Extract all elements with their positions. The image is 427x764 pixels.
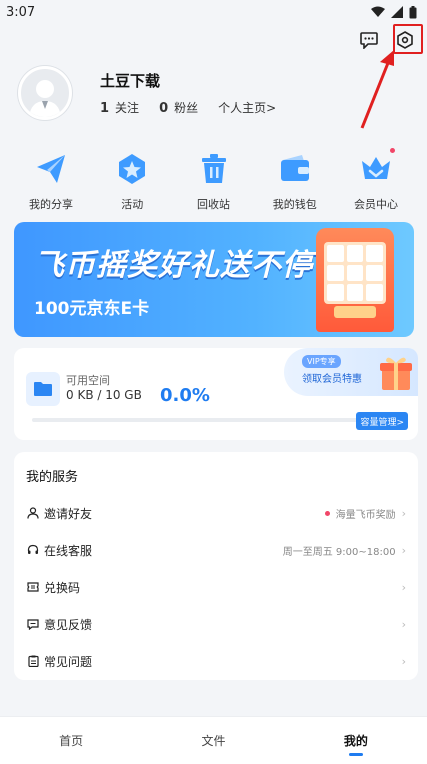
- storage-progress-bar: [32, 418, 362, 422]
- service-invite-friends[interactable]: 邀请好友 海量飞币奖励 ›: [14, 495, 418, 531]
- tab-home[interactable]: 首页: [0, 717, 142, 764]
- lottery-machine-image: [316, 228, 394, 332]
- tab-label: 我的: [343, 734, 368, 748]
- avatar[interactable]: [18, 66, 72, 120]
- quick-item-wallet[interactable]: 我的钱包: [260, 150, 330, 212]
- service-label: 常见问题: [44, 654, 93, 669]
- vip-promo-text: 领取会员特惠: [302, 374, 362, 385]
- tab-label: 文件: [201, 734, 226, 748]
- status-icons: [371, 5, 417, 19]
- capacity-manage-button[interactable]: 容量管理>: [356, 412, 408, 430]
- service-label: 兑换码: [44, 580, 81, 595]
- quick-item-my-share[interactable]: 我的分享: [16, 150, 86, 212]
- annotation-arrow: [360, 50, 394, 129]
- feedback-icon: [26, 617, 40, 631]
- following-label[interactable]: 关注: [115, 99, 139, 116]
- banner-title: 飞币摇奖好礼送不停: [34, 248, 313, 283]
- service-meta-text: 周一至周五 9:00~18:00: [282, 546, 396, 558]
- profile-header: 土豆下载 1 关注 0 粉丝 个人主页>: [18, 66, 276, 120]
- message-icon: [360, 31, 378, 49]
- promo-banner[interactable]: 飞币摇奖好礼送不停 100元京东E卡: [14, 222, 414, 337]
- follow-stats: 1 关注 0 粉丝 个人主页>: [100, 99, 276, 116]
- active-tab-indicator: [348, 753, 363, 756]
- clipboard-icon: [26, 654, 40, 668]
- signal-icon: [391, 6, 403, 18]
- ticket-icon: [26, 580, 40, 594]
- service-faq[interactable]: 常见问题 ›: [14, 643, 418, 679]
- service-meta: 周一至周五 9:00~18:00: [283, 543, 396, 558]
- battery-icon: [409, 5, 417, 18]
- quick-item-recycle-bin[interactable]: 回收站: [179, 150, 249, 212]
- quick-label: 我的钱包: [272, 198, 317, 211]
- storage-percent: 0.0%: [160, 385, 210, 406]
- quick-label: 会员中心: [354, 198, 398, 211]
- star-badge-icon: [113, 150, 151, 188]
- wallet-icon: [276, 150, 314, 188]
- red-dot-badge: [324, 510, 330, 516]
- member-center-badge-dot: [390, 148, 395, 153]
- quick-label: 活动: [121, 198, 144, 211]
- storage-card: 可用空间 0 KB / 10 GB 0.0% 容量管理> VIP专享 领取会员特…: [14, 348, 418, 440]
- followers-count[interactable]: 0: [159, 101, 168, 116]
- quick-label: 回收站: [197, 198, 230, 211]
- paper-plane-icon: [32, 150, 70, 188]
- chevron-right-icon: ›: [401, 543, 406, 557]
- service-online-support[interactable]: 在线客服 周一至周五 9:00~18:00 ›: [14, 532, 418, 568]
- crown-icon: [357, 150, 395, 188]
- status-bar: 3:07: [0, 0, 427, 24]
- person-icon: [26, 506, 40, 520]
- followers-label[interactable]: 粉丝: [174, 99, 198, 116]
- tab-mine[interactable]: 我的: [285, 717, 427, 764]
- bottom-tab-bar: 首页 文件 我的: [0, 716, 427, 764]
- chevron-right-icon: ›: [401, 580, 406, 594]
- tab-label: 首页: [59, 734, 84, 748]
- service-label: 在线客服: [44, 543, 93, 558]
- service-label: 邀请好友: [44, 506, 93, 521]
- vip-promo[interactable]: VIP专享 领取会员特惠: [284, 348, 418, 396]
- quick-item-activity[interactable]: 活动: [97, 150, 167, 212]
- following-count[interactable]: 1: [100, 101, 109, 116]
- storage-label: 可用空间: [66, 374, 110, 387]
- quick-item-member-center[interactable]: 会员中心: [341, 150, 411, 212]
- profile-info: 土豆下载 1 关注 0 粉丝 个人主页>: [100, 70, 276, 116]
- service-meta-text: 海量飞币奖励: [335, 509, 396, 521]
- banner-subtitle: 100元京东E卡: [34, 299, 150, 319]
- service-meta: 海量飞币奖励: [324, 506, 396, 521]
- quick-menu: 我的分享 活动 回收站 我的钱包 会员中心: [16, 150, 411, 212]
- username: 土豆下载: [100, 72, 161, 90]
- chevron-right-icon: ›: [401, 506, 406, 520]
- folder-icon: [26, 372, 60, 406]
- status-time: 3:07: [6, 4, 36, 20]
- chevron-right-icon: ›: [401, 617, 406, 631]
- service-redeem-code[interactable]: 兑换码 ›: [14, 569, 418, 605]
- quick-label: 我的分享: [29, 198, 73, 211]
- gift-box-icon: [380, 357, 412, 390]
- chevron-right-icon: ›: [401, 654, 406, 668]
- service-feedback[interactable]: 意见反馈 ›: [14, 606, 418, 642]
- headset-icon: [26, 543, 40, 557]
- services-card: 我的服务 邀请好友 海量飞币奖励 › 在线客服 周一至周五 9:00~18:00…: [14, 452, 418, 680]
- services-title: 我的服务: [26, 470, 79, 485]
- tab-files[interactable]: 文件: [142, 717, 284, 764]
- wifi-icon: [371, 6, 385, 17]
- vip-tag: VIP专享: [302, 355, 341, 368]
- storage-amount: 0 KB / 10 GB: [66, 388, 142, 402]
- default-avatar-icon: [29, 80, 61, 117]
- homepage-link[interactable]: 个人主页>: [218, 99, 276, 116]
- service-label: 意见反馈: [44, 617, 93, 632]
- trash-icon: [195, 150, 233, 188]
